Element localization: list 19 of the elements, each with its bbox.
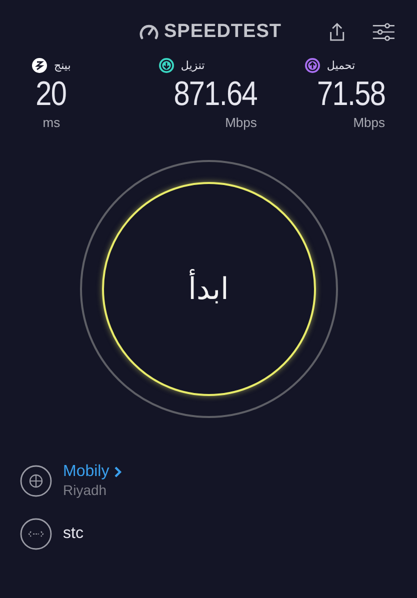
settings-icon[interactable] — [372, 21, 395, 43]
metric-label: تحميل — [326, 59, 356, 72]
share-icon[interactable] — [329, 21, 346, 43]
server-location: Riyadh — [63, 482, 108, 498]
metric-unit: Mbps — [225, 115, 257, 130]
metric-label: تنزيل — [180, 59, 205, 72]
connection-icon — [20, 518, 52, 550]
metric-label: بينج — [54, 59, 71, 72]
logo-text: SPEEDTEST — [164, 21, 282, 43]
provider-link[interactable]: Mobily — [63, 463, 122, 481]
globe-icon — [20, 464, 52, 496]
start-button[interactable]: ابدأ — [102, 182, 316, 396]
metric-value: 20 — [36, 75, 67, 113]
metric-unit: Mbps — [353, 115, 385, 130]
connection-name: stc — [63, 525, 84, 543]
chevron-icon — [114, 466, 122, 478]
metric-value: 71.58 — [316, 75, 385, 113]
metric-value: 871.64 — [174, 75, 257, 113]
metric-unit: ms — [42, 115, 60, 130]
